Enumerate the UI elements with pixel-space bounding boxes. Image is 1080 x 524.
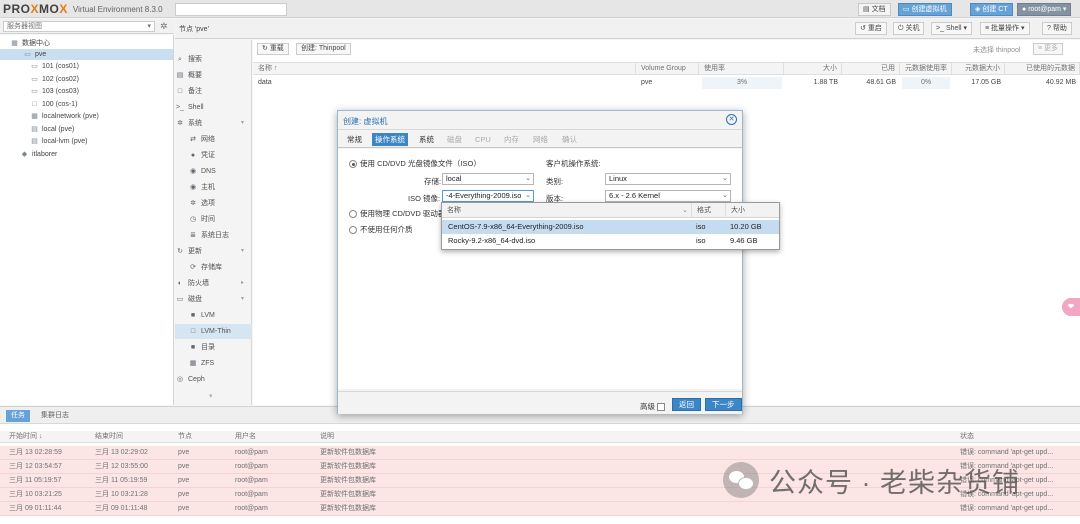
tab-cpu: CPU (475, 135, 491, 144)
radio-use-iso[interactable]: 使用 CD/DVD 光盘镜像文件（ISO） (349, 158, 481, 169)
iso-size: 9.46 GB (730, 236, 758, 245)
tab-confirm: 确认 (562, 135, 577, 144)
tab-system[interactable]: 系统 (416, 133, 437, 146)
radio-unselected-icon (349, 226, 357, 235)
iso-image-label: ISO 镜像: (408, 194, 441, 203)
os-type-select[interactable]: Linux ⌄ (605, 173, 731, 185)
next-button[interactable]: 下一步 (705, 398, 742, 411)
iso-option-centos[interactable]: CentOS-7.9-x86_64-Everything-2009.iso is… (442, 220, 779, 234)
tab-general[interactable]: 常规 (344, 133, 365, 146)
col-iso-name[interactable]: 名称 (442, 203, 692, 218)
wechat-icon (723, 462, 759, 498)
dropdown-header: 名称 ⌄ 格式 大小 (442, 203, 779, 218)
os-version-select[interactable]: 6.x - 2.6 Kernel ⌄ (605, 190, 731, 202)
col-iso-format[interactable]: 格式 (692, 203, 726, 218)
tab-memory: 内存 (504, 135, 519, 144)
dialog-titlebar: 创建: 虚拟机 ✕ (338, 111, 742, 130)
advanced-checkbox[interactable]: 高级 (640, 401, 665, 412)
chevron-down-icon: ⌄ (722, 175, 728, 182)
iso-image-select[interactable]: -4-Everything-2009.iso ⌄ (442, 190, 534, 202)
iso-format: iso (696, 222, 706, 231)
watermark: 公众号 · 老柴杂货铺 (723, 460, 1020, 500)
guest-os-heading: 客户机操作系统: (546, 159, 601, 168)
storage-select[interactable]: local ⌄ (442, 173, 534, 185)
iso-option-rocky[interactable]: Rocky-9.2-x86_64-dvd.iso iso 9.46 GB (442, 234, 779, 248)
radio-use-physical[interactable]: 使用物理 CD/DVD 驱动器 (349, 208, 445, 219)
wizard-tabs: 常规 操作系统 系统 磁盘 CPU 内存 网络 确认 (338, 131, 742, 148)
tab-os[interactable]: 操作系统 (372, 133, 408, 146)
col-iso-size[interactable]: 大小 (726, 203, 779, 218)
iso-format: iso (696, 236, 706, 245)
storage-label: 存储: (424, 177, 442, 186)
os-type-label: 类别: (546, 177, 564, 186)
dialog-body: 使用 CD/DVD 光盘镜像文件（ISO） 存储: local ⌄ ISO 镜像:… (338, 149, 742, 389)
chevron-down-icon: ⌄ (722, 192, 728, 199)
iso-name: CentOS-7.9-x86_64-Everything-2009.iso (448, 222, 584, 231)
dialog-title: 创建: 虚拟机 (343, 117, 388, 126)
radio-no-media[interactable]: 不使用任何介质 (349, 224, 413, 235)
close-icon[interactable]: ✕ (726, 114, 737, 125)
create-vm-dialog: 创建: 虚拟机 ✕ 常规 操作系统 系统 磁盘 CPU 内存 网络 确认 使用 … (337, 110, 743, 414)
tab-network: 网络 (533, 135, 548, 144)
watermark-text: 公众号 · 老柴杂货铺 (769, 467, 1020, 498)
dialog-footer: 高级 返回 下一步 (338, 391, 742, 414)
iso-size: 10.20 GB (730, 222, 762, 231)
iso-dropdown-list: 名称 ⌄ 格式 大小 CentOS-7.9-x86_64-Everything-… (441, 202, 780, 250)
iso-name: Rocky-9.2-x86_64-dvd.iso (448, 236, 536, 245)
radio-unselected-icon (349, 210, 357, 219)
chevron-down-icon: ⌄ (525, 192, 531, 199)
floating-badge-icon[interactable]: ❤ (1062, 298, 1080, 316)
chevron-down-icon: ⌄ (525, 175, 531, 182)
checkbox-icon (657, 403, 665, 412)
back-button[interactable]: 返回 (672, 398, 701, 411)
radio-selected-icon (349, 160, 357, 169)
tab-disks: 磁盘 (447, 135, 462, 144)
chevron-down-icon[interactable]: ⌄ (682, 203, 688, 218)
